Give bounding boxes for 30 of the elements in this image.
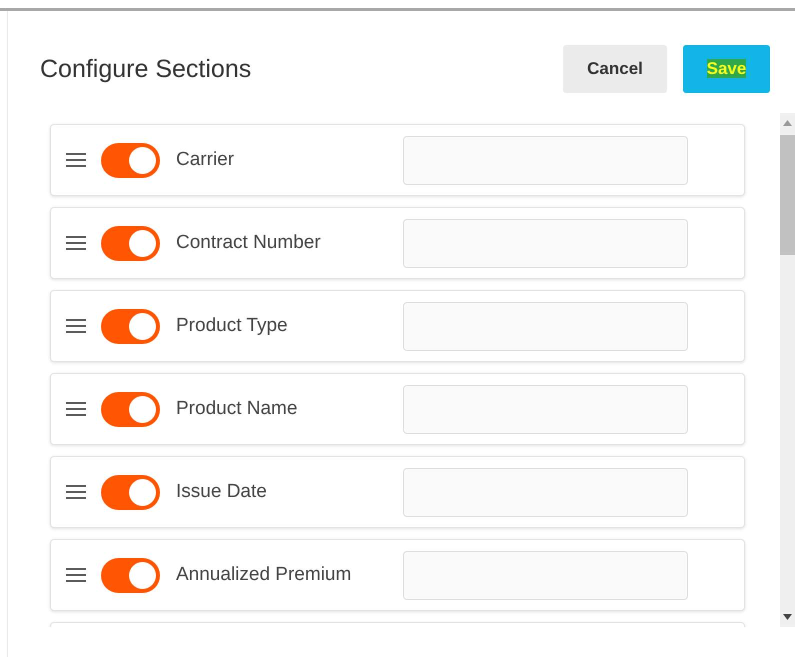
drag-handle-icon[interactable] bbox=[66, 152, 86, 168]
drag-handle-icon[interactable] bbox=[66, 567, 86, 583]
section-name: Carrier bbox=[176, 149, 236, 171]
drag-handle-icon[interactable] bbox=[66, 235, 86, 251]
scroll-down-arrow-icon[interactable] bbox=[783, 614, 792, 620]
dialog-title: Configure Sections bbox=[40, 54, 252, 84]
input-field[interactable] bbox=[403, 550, 688, 600]
scrollbar[interactable] bbox=[780, 113, 795, 627]
drag-handle-icon[interactable] bbox=[66, 318, 86, 334]
toggle-switch[interactable] bbox=[101, 392, 160, 426]
section-name: Annualized Premium bbox=[176, 564, 352, 586]
section-name: Contract Number bbox=[176, 232, 322, 254]
toggle-switch[interactable] bbox=[101, 474, 160, 510]
scroll-up-arrow-icon[interactable] bbox=[783, 120, 792, 126]
drag-handle-icon[interactable] bbox=[66, 484, 86, 500]
input-field[interactable] bbox=[403, 468, 688, 516]
section-name: Product Type bbox=[176, 315, 289, 337]
cancel-button[interactable]: Cancel bbox=[563, 45, 667, 93]
toggle-switch[interactable] bbox=[101, 142, 160, 178]
scrollbar-thumb[interactable] bbox=[780, 135, 795, 255]
section-name: Product Name bbox=[176, 398, 298, 420]
section-name: Issue Date bbox=[176, 481, 268, 503]
toggle-switch[interactable] bbox=[101, 308, 160, 344]
input-field[interactable] bbox=[403, 218, 688, 268]
toggle-switch[interactable] bbox=[101, 558, 160, 592]
input-field[interactable] bbox=[403, 136, 688, 184]
toggle-switch[interactable] bbox=[101, 226, 160, 260]
input-field[interactable] bbox=[403, 384, 688, 434]
input-field[interactable] bbox=[403, 302, 688, 350]
drag-handle-icon[interactable] bbox=[66, 401, 86, 417]
